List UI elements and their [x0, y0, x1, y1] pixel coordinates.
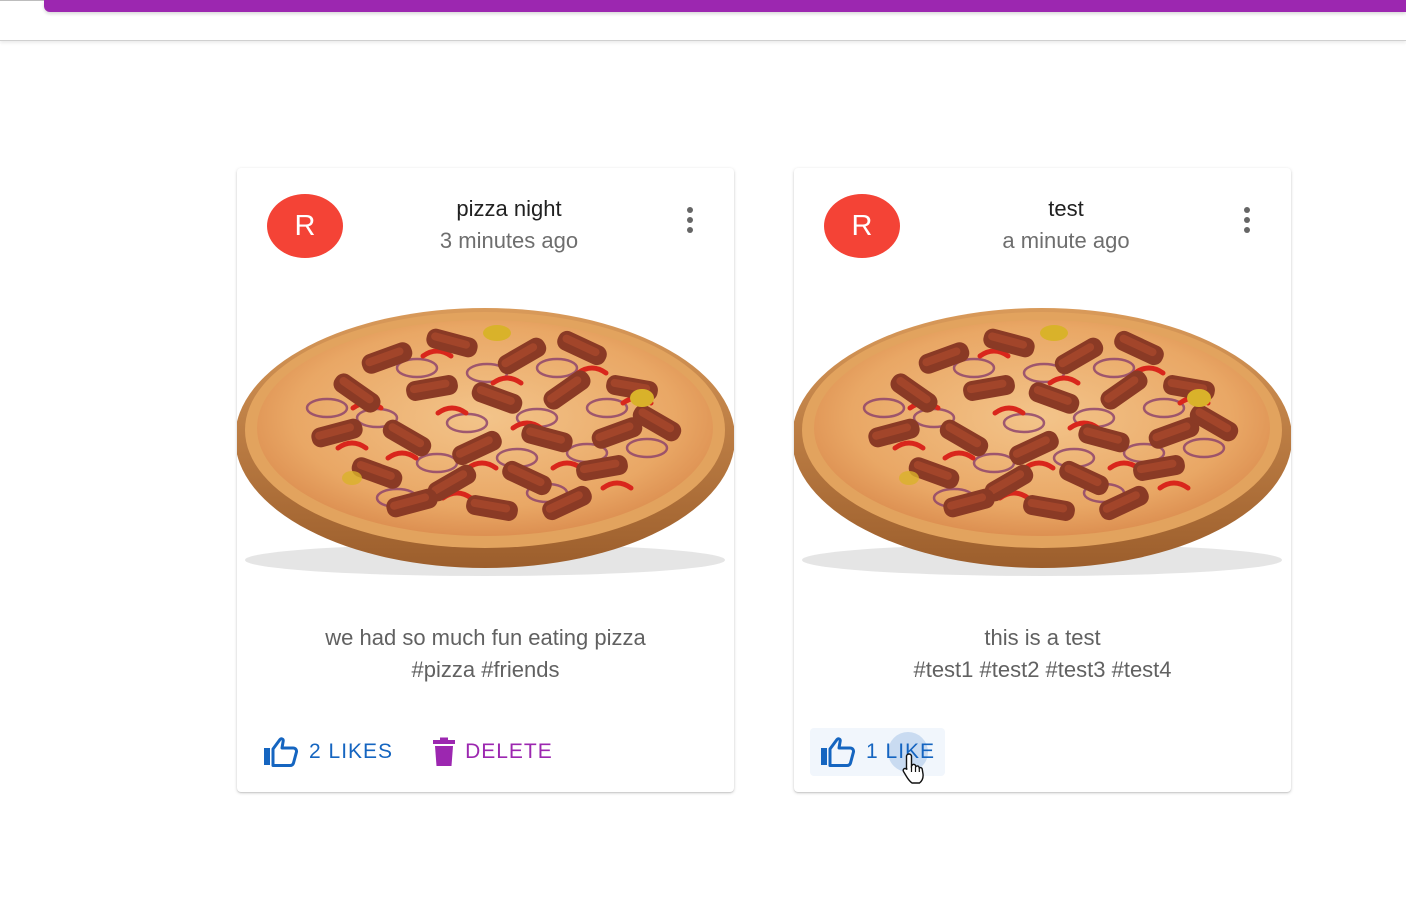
post-title: pizza night	[456, 196, 562, 221]
thumb-up-icon	[820, 737, 858, 767]
more-vert-icon[interactable]	[1233, 202, 1261, 238]
post-message-text: this is a test	[984, 625, 1101, 650]
post-tags: #test1 #test2 #test3 #test4	[913, 657, 1172, 682]
like-button[interactable]: 2 LIKES	[253, 728, 403, 776]
app-bar-edge	[0, 0, 44, 1]
pizza-image	[792, 298, 1292, 588]
delete-label: DELETE	[465, 740, 553, 763]
post-time: 3 minutes ago	[439, 228, 579, 253]
post-card: R test a minute ago this is a test #test…	[792, 168, 1292, 792]
trash-icon	[431, 737, 457, 767]
thumb-up-icon	[263, 737, 301, 767]
hand-pointer-icon	[900, 752, 928, 791]
post-tags: #pizza #friends	[411, 657, 560, 682]
like-count-label: 2 LIKES	[309, 740, 394, 763]
post-time: a minute ago	[1002, 228, 1130, 253]
post-card: R pizza night 3 minutes ago we had so mu…	[235, 168, 735, 792]
post-title: test	[1048, 196, 1084, 221]
app-bar-accent	[44, 0, 1406, 12]
card-header: pizza night 3 minutes ago	[357, 194, 661, 258]
avatar: R	[267, 194, 343, 258]
delete-button[interactable]: DELETE	[421, 728, 563, 776]
post-message-text: we had so much fun eating pizza	[325, 625, 646, 650]
app-bar	[0, 0, 1406, 41]
card-header: test a minute ago	[914, 194, 1218, 258]
pizza-image	[235, 298, 735, 588]
card-actions: 2 LIKES DELETE	[253, 728, 563, 776]
post-message: this is a test #test1 #test2 #test3 #tes…	[814, 622, 1271, 686]
post-message: we had so much fun eating pizza #pizza #…	[257, 622, 714, 686]
avatar: R	[824, 194, 900, 258]
more-vert-icon[interactable]	[676, 202, 704, 238]
